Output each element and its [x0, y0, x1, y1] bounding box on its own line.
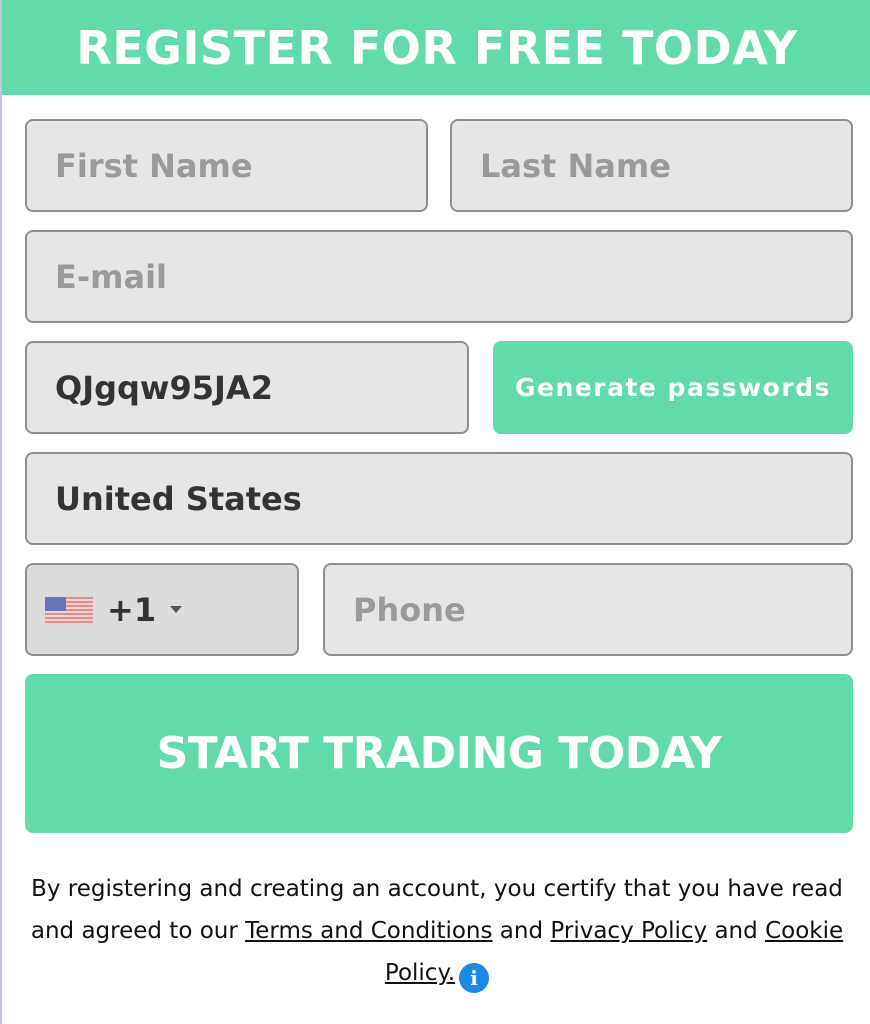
- legal-and-1: and: [492, 918, 551, 944]
- country-value: United States: [55, 479, 302, 518]
- first-name-input[interactable]: [25, 119, 428, 212]
- start-trading-button[interactable]: START TRADING TODAY: [25, 674, 853, 833]
- legal-and-2: and: [707, 918, 766, 944]
- legal-disclaimer: By registering and creating an account, …: [12, 868, 862, 994]
- registration-page: REGISTER FOR FREE TODAY Generate passwor…: [0, 0, 870, 1024]
- email-input[interactable]: [25, 230, 853, 323]
- last-name-input[interactable]: [450, 119, 853, 212]
- privacy-link[interactable]: Privacy Policy: [550, 918, 707, 944]
- info-icon[interactable]: i: [459, 963, 490, 993]
- start-trading-label: START TRADING TODAY: [156, 728, 722, 779]
- us-flag-icon: [45, 596, 93, 623]
- generate-passwords-label: Generate passwords: [515, 373, 831, 402]
- header-banner: REGISTER FOR FREE TODAY: [2, 0, 870, 95]
- page-title: REGISTER FOR FREE TODAY: [76, 20, 798, 75]
- phone-input[interactable]: [323, 563, 853, 656]
- dial-code-value: +1: [107, 590, 157, 629]
- caret-down-icon: [170, 606, 183, 613]
- dial-code-select[interactable]: +1: [25, 563, 299, 656]
- terms-link[interactable]: Terms and Conditions: [245, 918, 492, 944]
- country-select[interactable]: United States: [25, 452, 853, 545]
- generate-passwords-button[interactable]: Generate passwords: [493, 341, 853, 434]
- password-input[interactable]: [25, 341, 469, 434]
- cookie-period: .: [447, 960, 456, 986]
